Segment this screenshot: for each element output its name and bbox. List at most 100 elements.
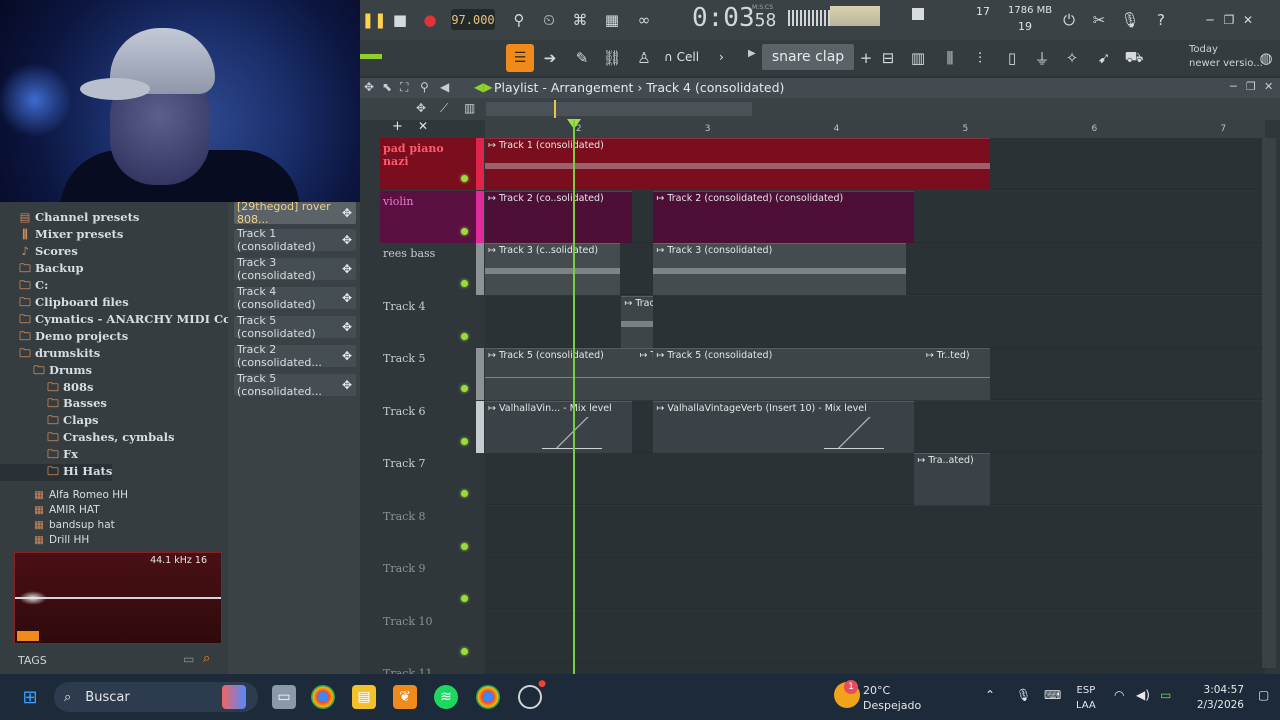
- track-header[interactable]: rees bass: [380, 243, 484, 295]
- picker-item-icon[interactable]: ✥: [342, 233, 352, 247]
- move-icon[interactable]: ✥: [364, 80, 374, 94]
- picker-item-icon[interactable]: ✥: [342, 206, 352, 220]
- browser-item[interactable]: 🗀 Clipboard files: [0, 295, 128, 312]
- pattern-arrow-icon[interactable]: ▶: [748, 48, 756, 59]
- snap-icon[interactable]: ✥: [416, 101, 426, 115]
- audio-clip[interactable]: ↦ Track 2 (co..solidated): [485, 190, 632, 243]
- taskbar-clock[interactable]: 3:04:57 2/3/2026: [1192, 683, 1244, 713]
- battery-icon[interactable]: ▭: [1160, 688, 1171, 702]
- track-led[interactable]: [461, 647, 468, 655]
- audio-clip[interactable]: ↦ ValhallaVin... - Mix level: [485, 400, 632, 453]
- audio-clip[interactable]: ↦ ValhallaVintageVerb (Insert 10) - Mix …: [653, 400, 915, 453]
- track-header[interactable]: Track 8: [380, 505, 484, 558]
- browser-item[interactable]: ⫼ Mixer presets: [0, 227, 123, 244]
- search-icon[interactable]: ⌕: [203, 651, 210, 666]
- obs-icon[interactable]: ●: [518, 679, 546, 709]
- browser-item[interactable]: 🗀 Drums: [0, 363, 92, 380]
- channel-rack-icon[interactable]: ⊟: [876, 46, 900, 70]
- pause-icon[interactable]: ❚❚: [361, 8, 386, 32]
- audio-clip[interactable]: ↦ Track 3 (consolidated): [653, 243, 906, 295]
- browser-item[interactable]: 🗀 drumskits: [0, 346, 100, 363]
- overview-scrollbar[interactable]: [486, 102, 752, 116]
- track-lane[interactable]: [485, 558, 1265, 610]
- record-icon[interactable]: ●: [418, 8, 442, 32]
- picker-item-icon[interactable]: ✥: [342, 262, 352, 276]
- file-explorer-icon[interactable]: ▤: [352, 685, 376, 709]
- chrome-profile-icon[interactable]: [476, 685, 500, 709]
- track-lane[interactable]: [485, 610, 1265, 663]
- browser-item[interactable]: 🗀 Backup: [0, 261, 83, 278]
- weather-widget[interactable]: 20°C Despejado: [863, 683, 921, 713]
- metronome-icon[interactable]: ⚲: [507, 8, 531, 32]
- track-header[interactable]: Track 9: [380, 558, 484, 610]
- track-led[interactable]: [461, 385, 468, 392]
- picker-item[interactable]: [29thegod] rover 808... ✥: [234, 200, 356, 226]
- browser-item[interactable]: 🗀 Fx: [0, 447, 78, 464]
- playlist-restore-icon[interactable]: ❐: [1246, 80, 1256, 93]
- search-highlight-icon[interactable]: [222, 685, 246, 709]
- browser-item[interactable]: 🗀 C:: [0, 278, 48, 295]
- pattern-selector[interactable]: snare clap: [762, 44, 854, 70]
- slice-icon[interactable]: ⟋: [440, 101, 448, 116]
- track-led[interactable]: [461, 280, 468, 287]
- track-header[interactable]: pad piano nazi: [380, 138, 484, 190]
- browser-item[interactable]: ♪ Scores: [0, 244, 78, 261]
- track-lane[interactable]: [485, 453, 1265, 505]
- track-led[interactable]: [461, 227, 468, 235]
- picker-item[interactable]: Track 5 (consolidated... ✥: [234, 372, 356, 398]
- loop-record-icon[interactable]: ∞: [632, 8, 656, 32]
- tempo-display[interactable]: 97.000: [451, 9, 495, 30]
- playlist-close-icon[interactable]: ✕: [1264, 80, 1273, 93]
- track-led[interactable]: [461, 595, 468, 602]
- arrow-right-icon[interactable]: ➔: [538, 46, 562, 70]
- playlist-minimize-icon[interactable]: ─: [1230, 80, 1237, 93]
- tools-icon[interactable]: ✧: [1060, 46, 1084, 70]
- audio-clip[interactable]: ↦ Track 5 (consolidated): [485, 348, 637, 400]
- play-preview-icon[interactable]: [17, 631, 39, 641]
- picker-item[interactable]: Track 4 (consolidated) ✥: [234, 285, 356, 311]
- play-icon[interactable]: ◀▶: [474, 80, 492, 94]
- track-header[interactable]: Track 10: [380, 610, 484, 663]
- zoom-icon[interactable]: ⚲: [420, 80, 429, 94]
- volume-icon[interactable]: ◀): [1136, 688, 1150, 702]
- picker-item[interactable]: Track 3 (consolidated) ✥: [234, 256, 356, 282]
- audio-clip[interactable]: ↦ Track 1 (consolidated): [485, 138, 991, 190]
- piano-roll-icon[interactable]: ▥: [906, 46, 930, 70]
- browser-item[interactable]: 🗀 808s: [0, 380, 93, 397]
- browser-item[interactable]: 🗀 Demo projects: [0, 329, 128, 346]
- browser-item[interactable]: 🗀 Basses: [0, 396, 107, 413]
- audio-clip[interactable]: ↦ Track 2 (consolidated) (consolidated): [653, 190, 915, 243]
- grid-icon[interactable]: ▥: [464, 101, 475, 115]
- picker-item-icon[interactable]: ✥: [342, 320, 352, 334]
- picker-item[interactable]: Track 2 (consolidated... ✥: [234, 343, 356, 369]
- cart-icon[interactable]: ⛟: [1122, 46, 1146, 70]
- audio-clip[interactable]: ↦ Track 3 (c..solidated): [485, 243, 620, 295]
- countdown-icon[interactable]: ⌘: [568, 8, 592, 32]
- link-icon[interactable]: ⛓: [600, 46, 624, 70]
- stop-icon[interactable]: ■: [388, 8, 412, 32]
- cut-icon[interactable]: ✂: [1087, 8, 1111, 32]
- audio-clip[interactable]: ↦ Tr..ted): [636, 348, 655, 400]
- wait-icon[interactable]: ⏲: [537, 8, 561, 32]
- language-indicator[interactable]: ESP LAA: [1076, 683, 1096, 713]
- tray-mic-icon[interactable]: 🎙: [1016, 688, 1031, 702]
- snap-selector[interactable]: ∩ Cell ›: [664, 50, 724, 64]
- track-lane[interactable]: [485, 505, 1265, 558]
- track-led[interactable]: [461, 332, 468, 340]
- master-volume-slider[interactable]: [360, 54, 382, 59]
- tray-chevron-icon[interactable]: ⌃: [985, 688, 995, 702]
- audio-clip[interactable]: ↦ Trac..dated): [621, 295, 654, 348]
- close-icon[interactable]: ✕: [1236, 8, 1260, 32]
- track-header[interactable]: Track 6: [380, 400, 484, 453]
- browser-item[interactable]: 🗀 Crashes, cymbals: [0, 430, 174, 447]
- audio-clip[interactable]: ↦ Track 5 (consolidated): [653, 348, 923, 400]
- track-header[interactable]: Track 5: [380, 348, 484, 400]
- step-icon[interactable]: ▦: [600, 8, 624, 32]
- track-header[interactable]: Track 4: [380, 295, 484, 348]
- microphone-icon[interactable]: 🎙: [1118, 8, 1142, 32]
- picker-item[interactable]: Track 5 (consolidated) ✥: [234, 314, 356, 340]
- vertical-scrollbar[interactable]: [1262, 138, 1276, 668]
- track-header[interactable]: violin: [380, 190, 484, 243]
- plane-icon[interactable]: ➹: [1092, 46, 1116, 70]
- task-view-icon[interactable]: ▭: [272, 685, 296, 709]
